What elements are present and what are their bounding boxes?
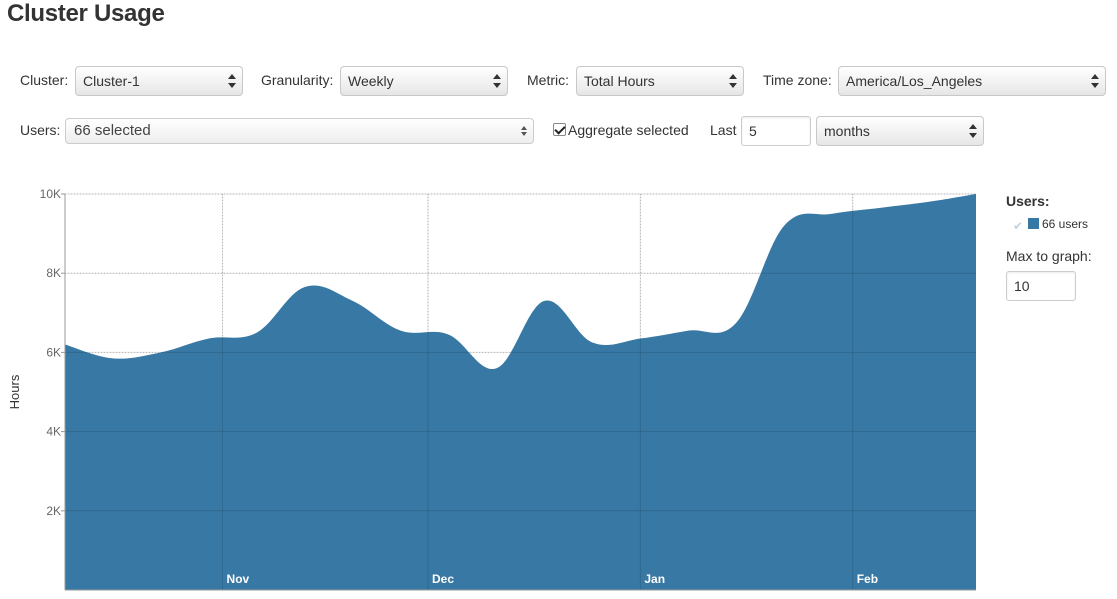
series-area-66-users (65, 194, 976, 590)
legend-entry-label: 66 users (1042, 217, 1089, 231)
users-select[interactable]: 66 selected (65, 118, 534, 144)
aggregate-label: Aggregate selected (568, 122, 689, 138)
users-select-value: 66 selected (74, 122, 151, 139)
legend-check-icon[interactable]: ✔ (1013, 219, 1023, 233)
legend-swatch (1028, 218, 1039, 229)
usage-area-chart: 2K 4K 6K 8K 10K Nov Dec Jan Feb Hours (7, 187, 976, 591)
y-tick-label: 8K (46, 266, 61, 280)
cluster-label: Cluster: (20, 72, 69, 88)
x-tick-label: Nov (227, 572, 250, 586)
users-label: Users: (20, 122, 61, 138)
select-arrows-icon (729, 73, 737, 89)
select-arrows-icon (969, 123, 977, 139)
x-tick-label: Jan (644, 572, 665, 586)
timezone-label: Time zone: (763, 72, 832, 88)
timezone-select-value: America/Los_Angeles (846, 73, 983, 89)
granularity-label: Granularity: (261, 72, 334, 88)
select-arrows-icon (493, 73, 501, 89)
y-tick-label: 6K (46, 345, 61, 359)
chart-area-layer (65, 194, 976, 590)
select-arrows-icon (1091, 73, 1099, 89)
metric-select-value: Total Hours (584, 73, 655, 89)
timezone-select[interactable]: America/Los_Angeles (838, 66, 1106, 96)
metric-label: Metric: (527, 72, 569, 88)
cluster-select[interactable]: Cluster-1 (75, 66, 243, 96)
last-unit-value: months (824, 123, 870, 139)
last-label: Last (710, 122, 737, 138)
max-to-graph-input[interactable]: 10 (1006, 271, 1076, 301)
max-to-graph-label: Max to graph: (1006, 248, 1092, 264)
y-tick-label: 10K (40, 187, 61, 201)
y-tick-label: 2K (46, 504, 61, 518)
x-tick-label: Dec (432, 572, 454, 586)
legend-title: Users: (1006, 193, 1050, 209)
last-count-input[interactable]: 5 (741, 116, 811, 146)
x-tick-label: Feb (857, 572, 878, 586)
last-unit-select[interactable]: months (816, 116, 984, 146)
cluster-select-value: Cluster-1 (83, 73, 140, 89)
granularity-select[interactable]: Weekly (340, 66, 508, 96)
aggregate-checkbox[interactable] (553, 123, 566, 136)
metric-select[interactable]: Total Hours (576, 66, 744, 96)
y-tick-label: 4K (46, 425, 61, 439)
y-axis-title: Hours (7, 374, 22, 409)
select-arrows-icon (228, 73, 236, 89)
select-arrows-icon (521, 126, 527, 136)
page-title: Cluster Usage (7, 0, 165, 27)
granularity-select-value: Weekly (348, 73, 394, 89)
